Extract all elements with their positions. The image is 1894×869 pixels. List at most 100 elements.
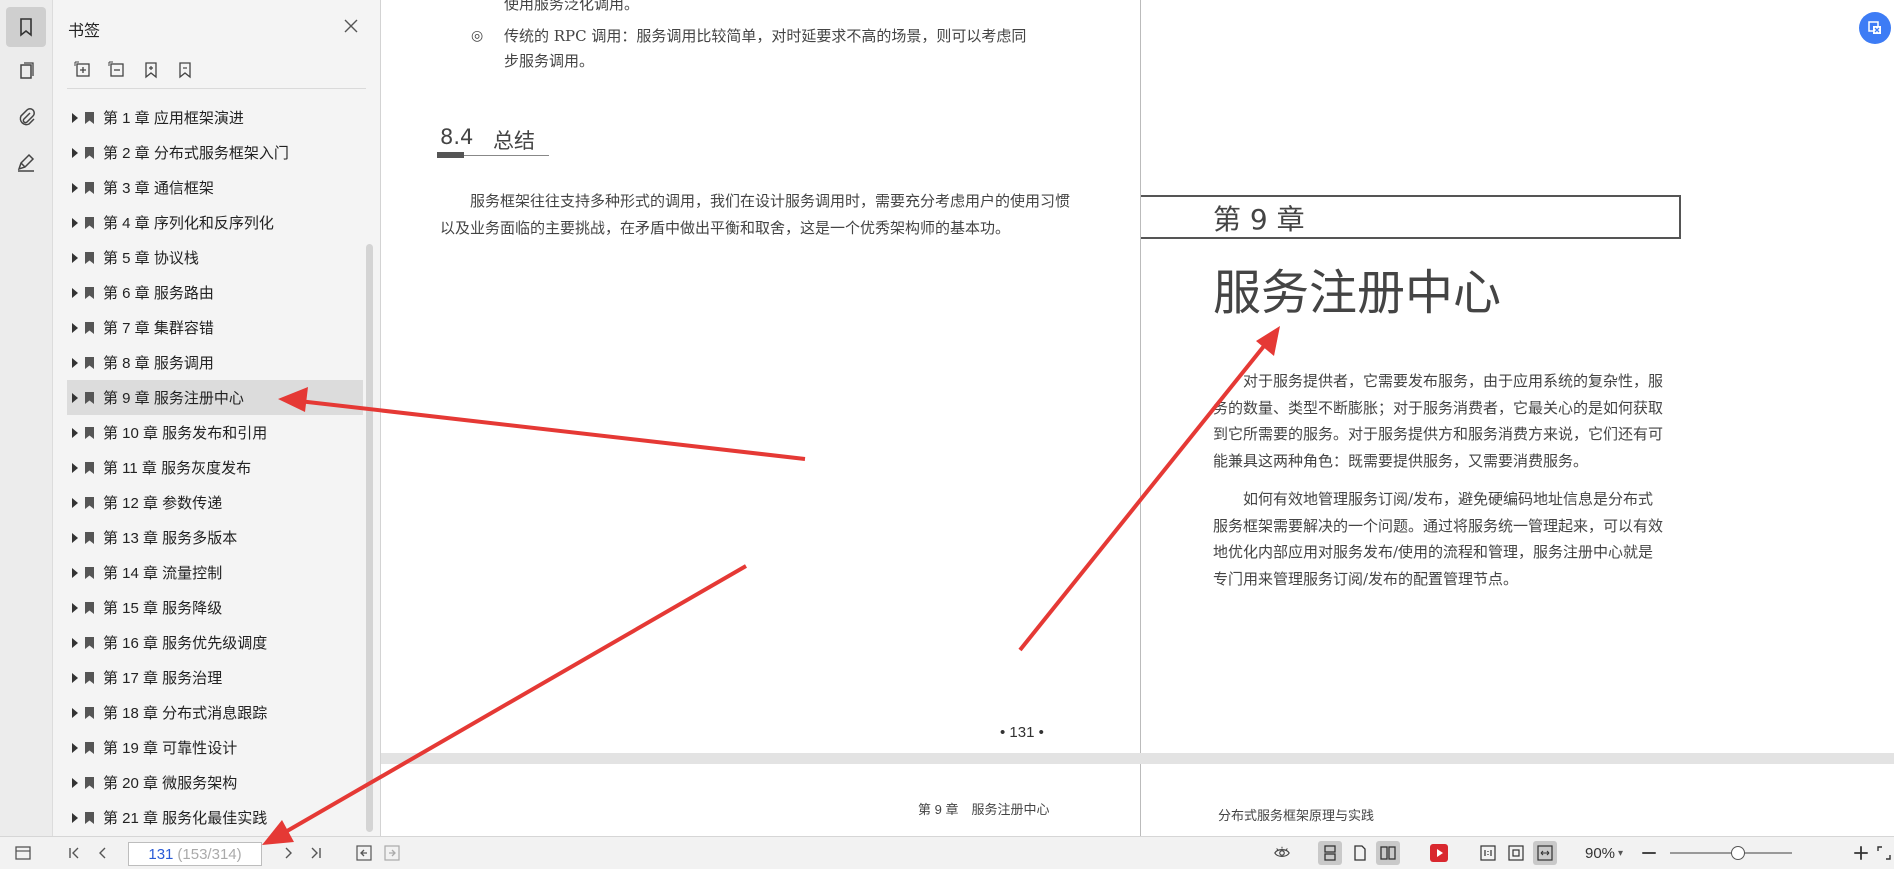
expand-arrow-icon[interactable] <box>72 777 78 788</box>
bookmark-icon <box>85 321 94 334</box>
bookmark-item[interactable]: 第 13 章 服务多版本 <box>67 520 363 555</box>
bookmark-item[interactable]: 第 3 章 通信框架 <box>67 170 363 205</box>
expand-arrow-icon[interactable] <box>72 357 78 368</box>
bookmark-item[interactable]: 第 18 章 分布式消息跟踪 <box>67 695 363 730</box>
expand-arrow-icon[interactable] <box>72 392 78 403</box>
bookmark-item[interactable]: 第 14 章 流量控制 <box>67 555 363 590</box>
pages-icon <box>20 62 34 79</box>
bookmark-item[interactable]: 第 6 章 服务路由 <box>67 275 363 310</box>
attachment-panel-button[interactable] <box>6 97 46 137</box>
signature-panel-button[interactable] <box>6 142 46 182</box>
expand-arrow-icon[interactable] <box>72 287 78 298</box>
bookmark-label: 第 11 章 服务灰度发布 <box>103 460 252 477</box>
slideshow-button[interactable] <box>1427 841 1451 865</box>
fit-page-button[interactable] <box>1504 841 1528 865</box>
next-page-button[interactable] <box>276 837 300 869</box>
bookmark-item[interactable]: 第 15 章 服务降级 <box>67 590 363 625</box>
two-page-icon <box>1380 846 1396 860</box>
bookmark-icon <box>85 636 94 649</box>
sidebar-toggle-button[interactable] <box>10 837 36 869</box>
bookmark-icon <box>85 286 94 299</box>
close-panel-button[interactable] <box>339 14 363 38</box>
page-number-input[interactable]: 131 (153/314) <box>128 842 262 866</box>
expand-arrow-icon[interactable] <box>72 112 78 123</box>
single-page-view-button[interactable] <box>1348 841 1372 865</box>
expand-arrow-icon[interactable] <box>72 462 78 473</box>
expand-arrow-icon[interactable] <box>72 497 78 508</box>
fit-width-button[interactable] <box>1533 841 1557 865</box>
app-switch-button[interactable] <box>1859 12 1891 44</box>
thumbnail-panel-button[interactable] <box>6 52 46 92</box>
expand-arrow-icon[interactable] <box>72 427 78 438</box>
bookmark-item[interactable]: 第 20 章 微服务架构 <box>67 765 363 800</box>
bookmark-item[interactable]: 第 10 章 服务发布和引用 <box>67 415 363 450</box>
bookmark-label: 第 17 章 服务治理 <box>103 670 223 687</box>
page-134: 分布式服务框架原理与实践 <box>1141 764 1894 836</box>
bookmark-item[interactable]: 第 7 章 集群容错 <box>67 310 363 345</box>
expand-arrow-icon[interactable] <box>72 707 78 718</box>
expand-arrow-icon[interactable] <box>72 322 78 333</box>
add-bookmark-button[interactable] <box>139 58 163 82</box>
bookmark-item[interactable]: 第 16 章 服务优先级调度 <box>67 625 363 660</box>
page-text-line: 传统的 RPC 调用：服务调用比较简单，对时延要求不高的场景，则可以考虑同 <box>504 27 1027 45</box>
chevron-right-icon <box>285 847 292 859</box>
remove-bookmark-button[interactable] <box>173 58 197 82</box>
expand-arrow-icon[interactable] <box>72 637 78 648</box>
bookmark-item[interactable]: 第 4 章 序列化和反序列化 <box>67 205 363 240</box>
zoom-select[interactable]: 90% ▾ <box>1585 837 1623 869</box>
minus-icon <box>1642 852 1656 854</box>
expand-arrow-icon[interactable] <box>72 532 78 543</box>
bookmark-label: 第 6 章 服务路由 <box>103 285 214 302</box>
panel-scrollbar[interactable] <box>366 244 373 832</box>
bookmark-item[interactable]: 第 17 章 服务治理 <box>67 660 363 695</box>
back-button[interactable] <box>352 837 376 869</box>
bookmark-icon <box>85 251 94 264</box>
collapse-all-button[interactable] <box>105 58 129 82</box>
bookmark-icon <box>85 356 94 369</box>
bookmark-item[interactable]: 第 1 章 应用框架演进 <box>67 100 363 135</box>
bookmark-label: 第 19 章 可靠性设计 <box>103 740 238 757</box>
expand-arrow-icon[interactable] <box>72 252 78 263</box>
forward-button[interactable] <box>380 837 404 869</box>
bookmark-item[interactable]: 第 11 章 服务灰度发布 <box>67 450 363 485</box>
previous-page-button[interactable] <box>91 837 115 869</box>
chapter-title: 服务注册中心 <box>1213 265 1502 321</box>
expand-arrow-icon[interactable] <box>72 217 78 228</box>
expand-arrow-icon[interactable] <box>72 812 78 823</box>
expand-arrow-icon[interactable] <box>72 147 78 158</box>
bookmark-panel-button[interactable] <box>6 7 46 47</box>
two-page-view-button[interactable] <box>1376 841 1400 865</box>
plus-icon <box>1854 846 1868 860</box>
zoom-in-button[interactable] <box>1850 837 1872 869</box>
zoom-slider-handle[interactable] <box>1731 846 1746 860</box>
bookmark-item[interactable]: 第 21 章 服务化最佳实践 <box>67 800 363 835</box>
bookmark-label: 第 12 章 参数传递 <box>103 495 223 512</box>
chevron-left-icon <box>99 847 106 859</box>
bookmark-label: 第 15 章 服务降级 <box>103 600 223 617</box>
continuous-view-button[interactable] <box>1318 841 1342 865</box>
bookmark-item[interactable]: 第 12 章 参数传递 <box>67 485 363 520</box>
expand-arrow-icon[interactable] <box>72 742 78 753</box>
bookmark-item[interactable]: 第 2 章 分布式服务框架入门 <box>67 135 363 170</box>
expand-all-button[interactable] <box>71 58 95 82</box>
bookmark-item[interactable]: 第 8 章 服务调用 <box>67 345 363 380</box>
bookmark-icon <box>85 776 94 789</box>
bookmark-item[interactable]: 第 5 章 协议栈 <box>67 240 363 275</box>
expand-arrow-icon[interactable] <box>72 602 78 613</box>
bookmark-icon <box>85 181 94 194</box>
fullscreen-button[interactable] <box>1876 837 1892 869</box>
eye-protection-button[interactable] <box>1269 837 1295 869</box>
zoom-out-button[interactable] <box>1638 837 1660 869</box>
zoom-value: 90% <box>1585 844 1616 862</box>
actual-size-button[interactable] <box>1476 841 1500 865</box>
expand-arrow-icon[interactable] <box>72 672 78 683</box>
first-page-button[interactable] <box>62 837 86 869</box>
expand-arrow-icon[interactable] <box>72 182 78 193</box>
bookmark-item[interactable]: 第 9 章 服务注册中心 <box>67 380 363 415</box>
bookmark-label: 第 5 章 协议栈 <box>103 250 199 267</box>
page-total: (153/314) <box>177 845 242 863</box>
bookmark-item[interactable]: 第 19 章 可靠性设计 <box>67 730 363 765</box>
expand-arrow-icon[interactable] <box>72 567 78 578</box>
last-page-button[interactable] <box>304 837 328 869</box>
paperclip-icon <box>19 108 35 126</box>
